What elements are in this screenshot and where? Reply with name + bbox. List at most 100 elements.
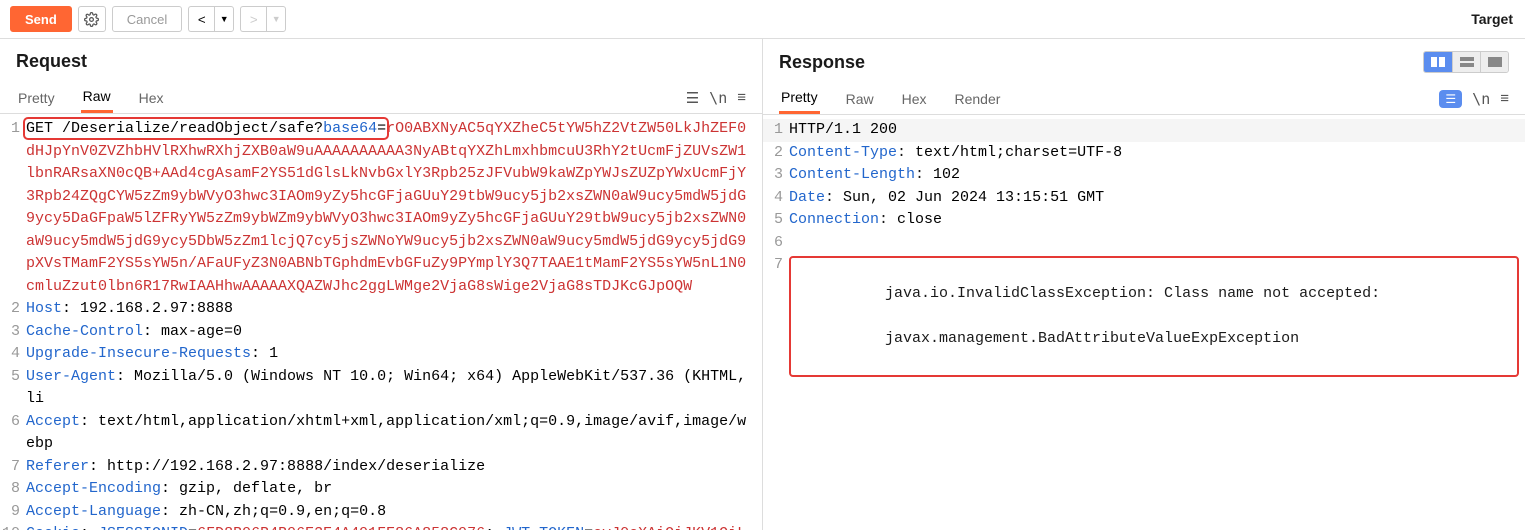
hdr-al: Accept-Language xyxy=(26,503,161,520)
line-number: 2 xyxy=(0,298,26,321)
caret-down-icon: ▼ xyxy=(220,14,229,24)
gear-icon xyxy=(84,12,99,27)
val-date: Sun, 02 Jun 2024 13:15:51 GMT xyxy=(834,189,1104,206)
tab-hex[interactable]: Hex xyxy=(900,85,929,113)
val-ua: Mozilla/5.0 (Windows NT 10.0; Win64; x64… xyxy=(26,368,755,408)
request-tab-actions: ☰ \n ≡ xyxy=(686,89,746,107)
tab-pretty[interactable]: Pretty xyxy=(779,83,820,114)
line-number: 9 xyxy=(0,501,26,524)
response-body-line2: javax.management.BadAttributeValueExpExc… xyxy=(885,330,1299,347)
request-line-eq: = xyxy=(377,120,386,137)
line-number: 8 xyxy=(0,478,26,501)
tab-raw[interactable]: Raw xyxy=(844,85,876,113)
hdr-referer: Referer xyxy=(26,458,89,475)
wrap-icon[interactable]: ☰ xyxy=(686,89,699,107)
history-back-button[interactable]: < xyxy=(188,6,214,32)
request-title: Request xyxy=(16,51,87,72)
single-icon xyxy=(1488,57,1502,67)
rows-icon xyxy=(1460,57,1474,67)
line-number: 1 xyxy=(0,118,26,298)
request-pane: Request Pretty Raw Hex ☰ \n ≡ 1GET /Dese… xyxy=(0,39,762,530)
response-tab-row: Pretty Raw Hex Render ☰ \n ≡ xyxy=(763,73,1525,115)
chevron-right-icon: > xyxy=(250,12,258,27)
line-number: 7 xyxy=(763,254,789,379)
hdr-ct: Content-Type xyxy=(789,144,897,161)
line-number: 2 xyxy=(763,142,789,165)
val-host: 192.168.2.97:8888 xyxy=(71,300,233,317)
val-conn: close xyxy=(888,211,942,228)
hdr-cookie: Cookie xyxy=(26,525,80,530)
caret-down-icon: ▼ xyxy=(272,14,281,24)
val-cache: max-age=0 xyxy=(152,323,242,340)
response-status-line: HTTP/1.1 200 xyxy=(789,121,897,138)
hdr-cl: Content-Length xyxy=(789,166,915,183)
send-button[interactable]: Send xyxy=(10,6,72,32)
val-ct: text/html;charset=UTF-8 xyxy=(906,144,1122,161)
toolbar: Send Cancel < ▼ > ▼ Target xyxy=(0,0,1525,39)
response-editor[interactable]: 1HTTP/1.1 200 2Content-Type: text/html;c… xyxy=(763,115,1525,530)
line-number: 4 xyxy=(0,343,26,366)
layout-split-vertical-button[interactable] xyxy=(1424,52,1452,72)
line-number: 7 xyxy=(0,456,26,479)
history-forward-menu[interactable]: ▼ xyxy=(266,6,286,32)
val-cl: 102 xyxy=(924,166,960,183)
hdr-host: Host xyxy=(26,300,62,317)
cookie-key-2: JWT_TOKEN xyxy=(503,525,584,530)
line-number: 3 xyxy=(763,164,789,187)
line-number: 1 xyxy=(763,119,789,142)
request-line-param: base64 xyxy=(323,120,377,137)
target-label: Target xyxy=(1471,11,1515,27)
settings-button[interactable] xyxy=(78,6,106,32)
response-body-highlight: java.io.InvalidClassException: Class nam… xyxy=(789,256,1519,377)
chevron-left-icon: < xyxy=(198,12,206,27)
response-pane: Response Pretty Raw Hex Render ☰ \n ≡ 1H… xyxy=(762,39,1525,530)
line-number: 3 xyxy=(0,321,26,344)
request-line-method: GET /Deserialize/readObject/safe? xyxy=(26,120,323,137)
cancel-button[interactable]: Cancel xyxy=(112,6,182,32)
cookie-key-1: JSESSIONID xyxy=(98,525,188,530)
val-accept: text/html,application/xhtml+xml,applicat… xyxy=(26,413,746,453)
response-body-line1: java.io.InvalidClassException: Class nam… xyxy=(885,285,1389,302)
val-uir: 1 xyxy=(260,345,278,362)
history-back-menu[interactable]: ▼ xyxy=(214,6,234,32)
hdr-uir: Upgrade-Insecure-Requests xyxy=(26,345,251,362)
layout-split-horizontal-button[interactable] xyxy=(1452,52,1480,72)
inspector-button[interactable]: ☰ xyxy=(1439,90,1462,108)
history-forward-button[interactable]: > xyxy=(240,6,266,32)
newline-icon[interactable]: \n xyxy=(709,89,727,107)
split-view: Request Pretty Raw Hex ☰ \n ≡ 1GET /Dese… xyxy=(0,39,1525,530)
request-tab-row: Pretty Raw Hex ☰ \n ≡ xyxy=(0,72,762,114)
line-number: 5 xyxy=(763,209,789,232)
layout-toggle xyxy=(1423,51,1509,73)
response-tab-actions: ☰ \n ≡ xyxy=(1439,90,1509,108)
hdr-cache: Cache-Control xyxy=(26,323,143,340)
menu-icon[interactable]: ≡ xyxy=(1500,90,1509,107)
columns-icon xyxy=(1431,57,1445,67)
line-number: 10 xyxy=(0,523,26,530)
newline-icon[interactable]: \n xyxy=(1472,90,1490,108)
tab-raw[interactable]: Raw xyxy=(81,82,113,113)
hdr-date: Date xyxy=(789,189,825,206)
val-al: zh-CN,zh;q=0.9,en;q=0.8 xyxy=(170,503,386,520)
val-referer: http://192.168.2.97:8888/index/deseriali… xyxy=(98,458,485,475)
tab-hex[interactable]: Hex xyxy=(137,84,166,112)
menu-icon[interactable]: ≡ xyxy=(737,89,746,106)
hdr-ae: Accept-Encoding xyxy=(26,480,161,497)
tab-pretty[interactable]: Pretty xyxy=(16,84,57,112)
hdr-ua: User-Agent xyxy=(26,368,116,385)
line-number: 6 xyxy=(763,232,789,255)
line-number: 5 xyxy=(0,366,26,411)
history-back-group: < ▼ xyxy=(188,6,234,32)
request-line-payload: rO0ABXNyAC5qYXZheC5tYW5hZ2VtZW50LkJhZEF0… xyxy=(26,120,746,295)
history-forward-group: > ▼ xyxy=(240,6,286,32)
line-number: 4 xyxy=(763,187,789,210)
layout-single-button[interactable] xyxy=(1480,52,1508,72)
request-editor[interactable]: 1GET /Deserialize/readObject/safe?base64… xyxy=(0,114,762,530)
val-ae: gzip, deflate, br xyxy=(170,480,332,497)
hdr-accept: Accept xyxy=(26,413,80,430)
line-number: 6 xyxy=(0,411,26,456)
cookie-val-1: 6FD8B96B4B96E3E4A491FE86A858C976 xyxy=(197,525,485,530)
hdr-conn: Connection xyxy=(789,211,879,228)
tab-render[interactable]: Render xyxy=(953,85,1003,113)
response-title: Response xyxy=(779,52,865,73)
